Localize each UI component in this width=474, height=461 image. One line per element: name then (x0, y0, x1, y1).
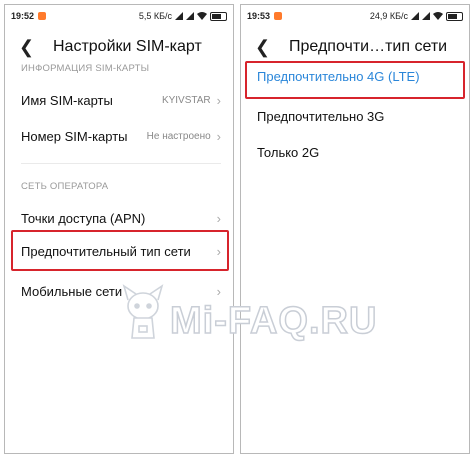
preferred-network-screen: 19:53 24,9 КБ/с ❮ Предпочти…тип сети Пре… (240, 4, 470, 454)
status-right: 24,9 КБ/с (370, 11, 463, 21)
status-bar: 19:52 5,5 КБ/с (11, 11, 227, 23)
sim-number-row[interactable]: Номер SIM-карты Не настроено › (21, 123, 221, 149)
sim-number-right: Не настроено › (147, 129, 221, 144)
divider (21, 163, 221, 164)
chevron-right-icon: › (216, 210, 221, 226)
chevron-right-icon: › (216, 92, 221, 108)
watermark: Mi-FAQ.RU (169, 299, 378, 343)
status-bar: 19:53 24,9 КБ/с (247, 11, 463, 23)
status-time: 19:53 (247, 11, 271, 21)
back-arrow-icon[interactable]: ❮ (19, 37, 39, 57)
option-3g[interactable]: Предпочтительно 3G (257, 109, 384, 124)
battery-icon (446, 11, 463, 21)
back-arrow-icon[interactable]: ❮ (255, 37, 275, 57)
signal-icon (422, 12, 430, 20)
status-right: 5,5 КБ/с (139, 11, 227, 21)
chevron-right-icon: › (216, 128, 221, 144)
sim-number-value: Не настроено (146, 130, 211, 142)
page-title: Настройки SIM-карт (53, 38, 202, 55)
notification-icon (274, 12, 282, 20)
preferred-network-type-label: Предпочтительный тип сети (21, 243, 191, 259)
apn-label: Точки доступа (APN) (21, 210, 146, 226)
section-operator-network: СЕТЬ ОПЕРАТОРА (21, 181, 109, 192)
option-4g[interactable]: Предпочтительно 4G (LTE) (257, 69, 420, 84)
signal-icon (186, 12, 194, 20)
chevron-right-icon: › (216, 243, 221, 259)
apn-row[interactable]: Точки доступа (APN) › (21, 205, 221, 231)
sim-name-value: KYIVSTAR (161, 94, 211, 106)
wifi-icon (433, 12, 443, 20)
sim-name-label: Имя SIM-карты (21, 92, 113, 108)
section-sim-info: ИНФОРМАЦИЯ SIM-КАРТЫ (21, 63, 150, 74)
sim-number-label: Номер SIM-карты (21, 128, 128, 144)
signal-icon (411, 12, 419, 20)
app-header: ❮ Настройки SIM-карт (19, 35, 225, 59)
network-speed: 24,9 КБ/с (369, 11, 408, 21)
sim-name-right: KYIVSTAR › (162, 93, 221, 108)
preferred-network-type-row[interactable]: Предпочтительный тип сети › (21, 238, 221, 264)
mascot-logo-icon (122, 284, 164, 339)
sim-settings-screen: 19:52 5,5 КБ/с ❮ Настройки SIM-карт ИНФО… (4, 4, 234, 454)
status-time: 19:52 (11, 11, 35, 21)
app-header: ❮ Предпочти…тип сети (255, 35, 461, 59)
signal-icon (175, 12, 183, 20)
page-title: Предпочти…тип сети (289, 38, 448, 55)
chevron-right-icon: › (216, 283, 221, 299)
sim-name-row[interactable]: Имя SIM-карты KYIVSTAR › (21, 87, 221, 113)
wifi-icon (197, 12, 207, 20)
network-speed: 5,5 КБ/с (138, 11, 172, 21)
battery-icon (210, 11, 227, 21)
option-2g[interactable]: Только 2G (257, 145, 319, 160)
notification-icon (38, 12, 46, 20)
mobile-networks-label: Мобильные сети (21, 283, 123, 299)
